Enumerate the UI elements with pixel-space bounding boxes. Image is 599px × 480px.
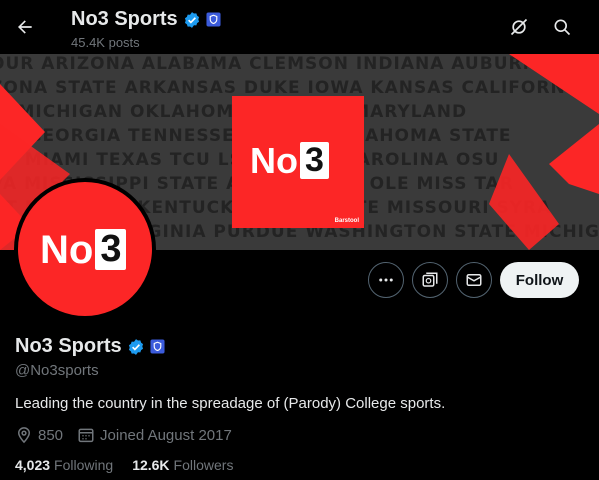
banner-logo: No 3 Barstool xyxy=(232,96,364,228)
calendar-icon xyxy=(78,428,94,443)
banner-logo-mark: No 3 xyxy=(250,142,329,179)
followers-link[interactable]: 12.6K Followers xyxy=(132,457,233,473)
profile-name: No3 Sports xyxy=(15,335,122,357)
profile-handle: @No3sports xyxy=(15,362,99,379)
header-title-row: No3 Sports xyxy=(71,8,221,31)
following-link[interactable]: 4,023 Following xyxy=(15,457,113,473)
grok-icon xyxy=(422,272,438,287)
government-badge-icon xyxy=(206,12,221,27)
avatar[interactable]: No 3 xyxy=(14,178,156,320)
avatar-image: No 3 xyxy=(18,182,152,316)
following-label: Following xyxy=(54,457,114,473)
government-badge-icon[interactable] xyxy=(150,339,165,354)
banner-arrow-right-shape xyxy=(459,54,599,250)
avatar-logo-text: No xyxy=(40,227,94,272)
grok-button[interactable] xyxy=(412,262,448,298)
message-button[interactable] xyxy=(456,262,492,298)
header-title: No3 Sports xyxy=(71,8,178,30)
profile-meta: 850 Joined August 2017 xyxy=(15,426,246,444)
search-button[interactable] xyxy=(549,14,575,40)
more-button[interactable] xyxy=(368,262,404,298)
back-arrow-icon xyxy=(18,20,32,34)
banner-logo-text: No xyxy=(250,139,298,181)
location-icon xyxy=(17,427,31,444)
search-icon xyxy=(554,19,571,36)
location-text: 850 xyxy=(38,426,64,444)
banner-tag: Barstool xyxy=(334,218,359,224)
avatar-logo-digit: 3 xyxy=(95,229,127,270)
header-post-count: 45.4K posts xyxy=(71,35,140,50)
profile-bio: Leading the country in the spreadage of … xyxy=(15,395,446,412)
profile-name-row: No3 Sports xyxy=(15,335,165,358)
profile-stats: 4,023 Following 12.6K Followers xyxy=(15,457,252,473)
avatar-logo: No 3 xyxy=(40,227,127,272)
notifications-off-button[interactable] xyxy=(506,14,532,40)
joined-item: Joined August 2017 xyxy=(77,426,232,444)
followers-count: 12.6K xyxy=(132,457,170,473)
banner-logo-digit: 3 xyxy=(300,142,329,179)
message-icon xyxy=(466,274,482,286)
back-button[interactable] xyxy=(10,12,40,42)
verified-badge-icon[interactable] xyxy=(127,338,145,356)
following-count: 4,023 xyxy=(15,457,51,473)
more-icon xyxy=(379,278,393,282)
verified-badge-icon xyxy=(184,11,199,28)
location-item: 850 xyxy=(15,426,63,444)
follow-button[interactable]: Follow xyxy=(500,262,579,298)
joined-text: Joined August 2017 xyxy=(100,426,232,444)
notifications-off-icon xyxy=(510,18,528,36)
followers-label: Followers xyxy=(173,457,234,473)
top-bar: No3 Sports 45.4K posts xyxy=(0,0,599,54)
